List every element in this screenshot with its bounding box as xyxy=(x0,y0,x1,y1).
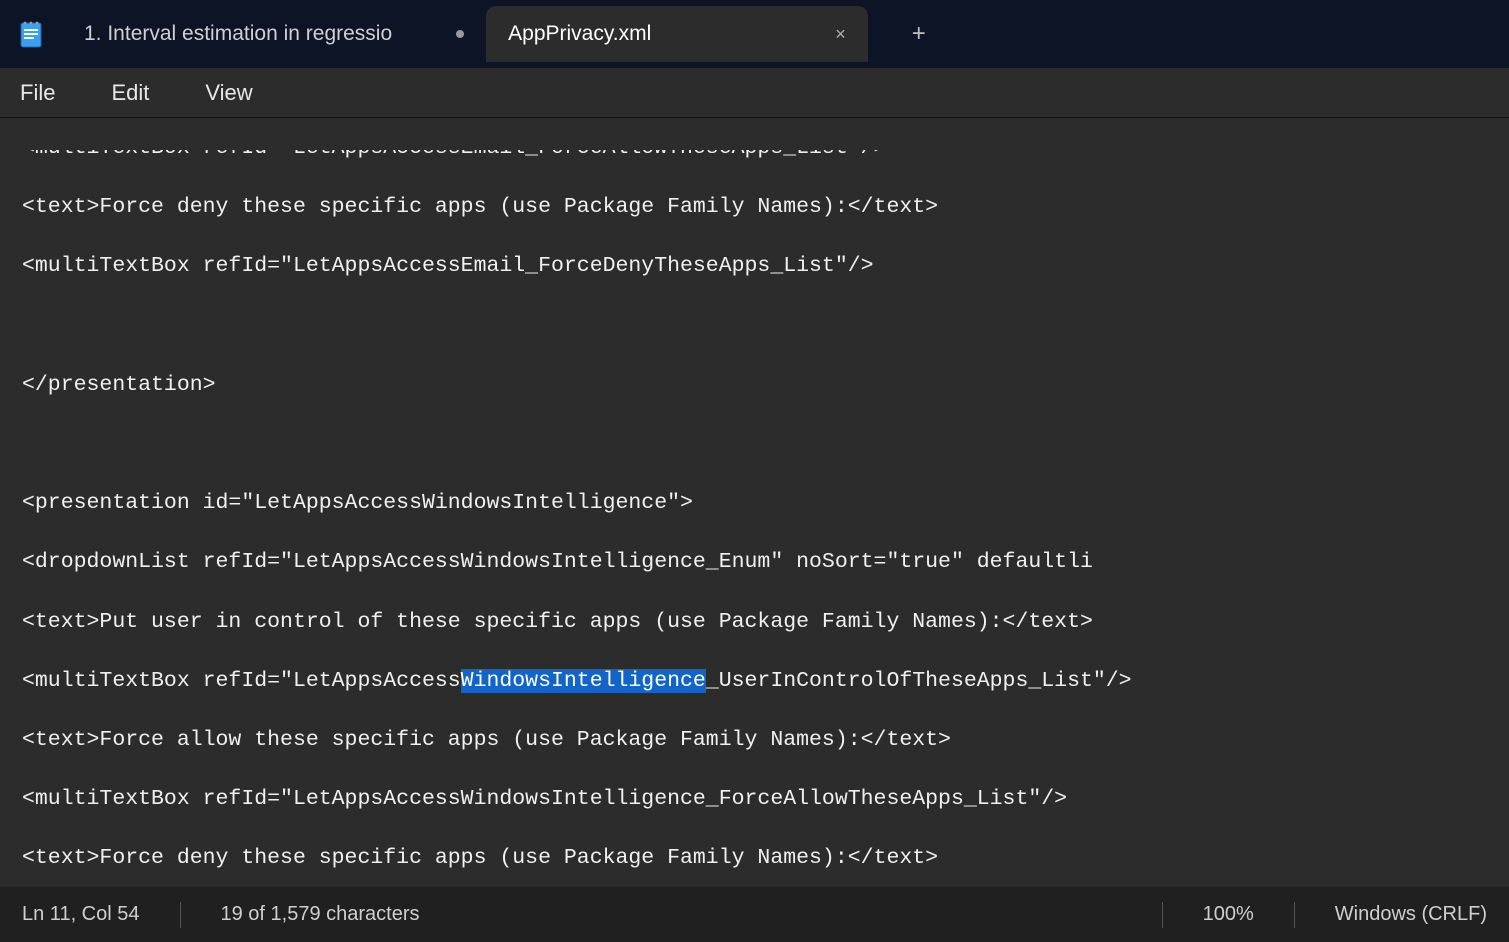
title-bar: 1. Interval estimation in regressio AppP… xyxy=(0,0,1509,68)
close-icon[interactable]: × xyxy=(835,24,846,45)
editor-line: </presentation> xyxy=(22,371,1487,401)
editor-line: <text>Force deny these specific apps (us… xyxy=(22,844,1487,874)
text-editor[interactable]: <multiTextBox refId="LetAppsAccessEmail_… xyxy=(0,118,1509,887)
status-bar: Ln 11, Col 54 19 of 1,579 characters 100… xyxy=(0,887,1509,942)
new-tab-button[interactable]: + xyxy=(898,20,940,48)
editor-line: <dropdownList refId="LetAppsAccessWindow… xyxy=(22,548,1487,578)
editor-line: <multiTextBox refId="LetAppsAccessEmail_… xyxy=(22,252,1487,282)
plus-icon: + xyxy=(912,20,926,48)
tab-bar: 1. Interval estimation in regressio AppP… xyxy=(62,0,940,68)
menu-view[interactable]: View xyxy=(199,76,258,110)
separator xyxy=(1294,902,1295,928)
menu-bar: File Edit View xyxy=(0,68,1509,118)
editor-line: <multiTextBox refId="LetAppsAccessWindow… xyxy=(22,667,1487,697)
tab-title: 1. Interval estimation in regressio xyxy=(84,22,392,46)
tab-inactive[interactable]: 1. Interval estimation in regressio xyxy=(62,6,486,62)
notepad-app-icon xyxy=(0,20,62,48)
status-char-count: 19 of 1,579 characters xyxy=(199,903,442,926)
menu-edit[interactable]: Edit xyxy=(105,76,155,110)
editor-line: <text>Force deny these specific apps (us… xyxy=(22,193,1487,223)
editor-line: <text>Force allow these specific apps (u… xyxy=(22,726,1487,756)
editor-line: <multiTextBox refId="LetAppsAccessWindow… xyxy=(22,785,1487,815)
editor-line: <text>Put user in control of these speci… xyxy=(22,608,1487,638)
separator xyxy=(180,902,181,928)
status-cursor-position[interactable]: Ln 11, Col 54 xyxy=(0,903,162,926)
text-selection: WindowsIntelligence xyxy=(461,669,706,693)
separator xyxy=(1162,902,1163,928)
editor-line xyxy=(22,312,1487,342)
status-zoom[interactable]: 100% xyxy=(1181,903,1276,926)
menu-file[interactable]: File xyxy=(14,76,61,110)
editor-line: <presentation id="LetAppsAccessWindowsIn… xyxy=(22,489,1487,519)
modified-indicator-icon xyxy=(456,30,464,38)
editor-line: <multiTextBox refId="LetAppsAccessEmail_… xyxy=(22,150,886,164)
editor-line xyxy=(22,430,1487,460)
tab-title: AppPrivacy.xml xyxy=(508,22,651,46)
tab-active[interactable]: AppPrivacy.xml × xyxy=(486,6,868,62)
status-line-ending[interactable]: Windows (CRLF) xyxy=(1313,903,1509,926)
